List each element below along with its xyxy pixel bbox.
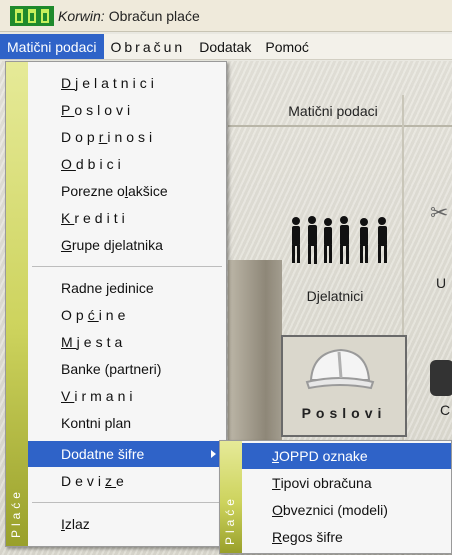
tile-label-partial-c: C — [440, 402, 451, 418]
scale-icon: ✂ — [430, 200, 449, 225]
menu-item-porezne-olaksice[interactable]: Porezne o l akšice — [28, 178, 226, 204]
menu-item-virmani[interactable]: Virmani — [28, 383, 226, 409]
submenu-arrow-icon — [211, 450, 216, 458]
tile-label-djelatnici[interactable]: Djelatnici — [270, 288, 400, 304]
phone-icon — [430, 360, 452, 396]
helmet-icon — [305, 348, 375, 390]
menu-side-strip: Plaće — [6, 62, 28, 546]
menu-separator — [32, 266, 222, 267]
submenu-item-obveznici[interactable]: Obveznici (modeli) — [242, 497, 451, 523]
menu-item-mjesta[interactable]: Mjesta — [28, 329, 226, 355]
menu-item-doprinosi[interactable]: Dop r inosi — [28, 124, 226, 150]
menu-item-izlaz[interactable]: Izlaz — [28, 511, 226, 537]
menu-item-opcine[interactable]: Op ć ine — [28, 302, 226, 328]
panel-divider-horizontal — [228, 125, 452, 127]
window-title-app: Korwin: — [58, 7, 105, 24]
submenu-dodatne-sifre: Plaće J OPPD oznake Tipovi obračuna Obvez… — [219, 440, 452, 554]
app-logo-icon — [10, 5, 54, 26]
tile-label-poslovi: Poslovi — [301, 405, 387, 421]
menu-item-grupe-djelatnika[interactable]: Grupe djelatnika — [28, 232, 226, 258]
menu-item-krediti[interactable]: Krediti — [28, 205, 226, 231]
menu-item-odbici[interactable]: Odbici — [28, 151, 226, 177]
dropdown-maticni-podaci: Plaće Djelatnici Poslovi Dop r inosi Odbic… — [5, 61, 227, 547]
window-title: Obračun plaće — [108, 7, 200, 24]
submenu-side-strip: Plaće — [220, 441, 242, 553]
menu-pomoc[interactable]: Pomoć — [258, 34, 316, 59]
people-icon[interactable] — [286, 215, 394, 265]
submenu-item-regos-sifre[interactable]: Regos šifre — [242, 524, 451, 550]
menu-separator — [32, 502, 222, 503]
menu-strip-text: Plaće — [9, 487, 23, 538]
submenu-strip-text: Plaće — [223, 494, 237, 545]
title-bar: Korwin: Obračun plaće — [0, 0, 452, 32]
menu-maticni-podaci[interactable]: Matični podaci — [0, 34, 104, 59]
submenu-item-joppd-oznake[interactable]: J OPPD oznake — [242, 443, 451, 469]
menu-item-poslovi[interactable]: Poslovi — [28, 97, 226, 123]
menu-item-radne-jedinice[interactable]: Radne jedinice — [28, 275, 226, 301]
menu-item-dodatne-sifre[interactable]: Dodatne šifre — [28, 441, 226, 467]
menu-item-devize[interactable]: Devi z e — [28, 468, 226, 494]
menu-dodatak[interactable]: Dodatak — [192, 34, 258, 59]
submenu-item-tipovi-obracuna[interactable]: Tipovi obračuna — [242, 470, 451, 496]
panel-header: Matični podaci — [288, 103, 378, 119]
menu-obracun[interactable]: Obračun — [104, 34, 193, 59]
tile-label-partial-u: U — [436, 275, 447, 291]
menu-bar: Matični podaci Obračun Dodatak Pomoć — [0, 34, 452, 60]
menu-item-djelatnici[interactable]: Djelatnici — [28, 70, 226, 96]
menu-item-banke[interactable]: Banke (partneri) — [28, 356, 226, 382]
menu-item-kontni-plan[interactable]: Kontni plan — [28, 410, 226, 436]
